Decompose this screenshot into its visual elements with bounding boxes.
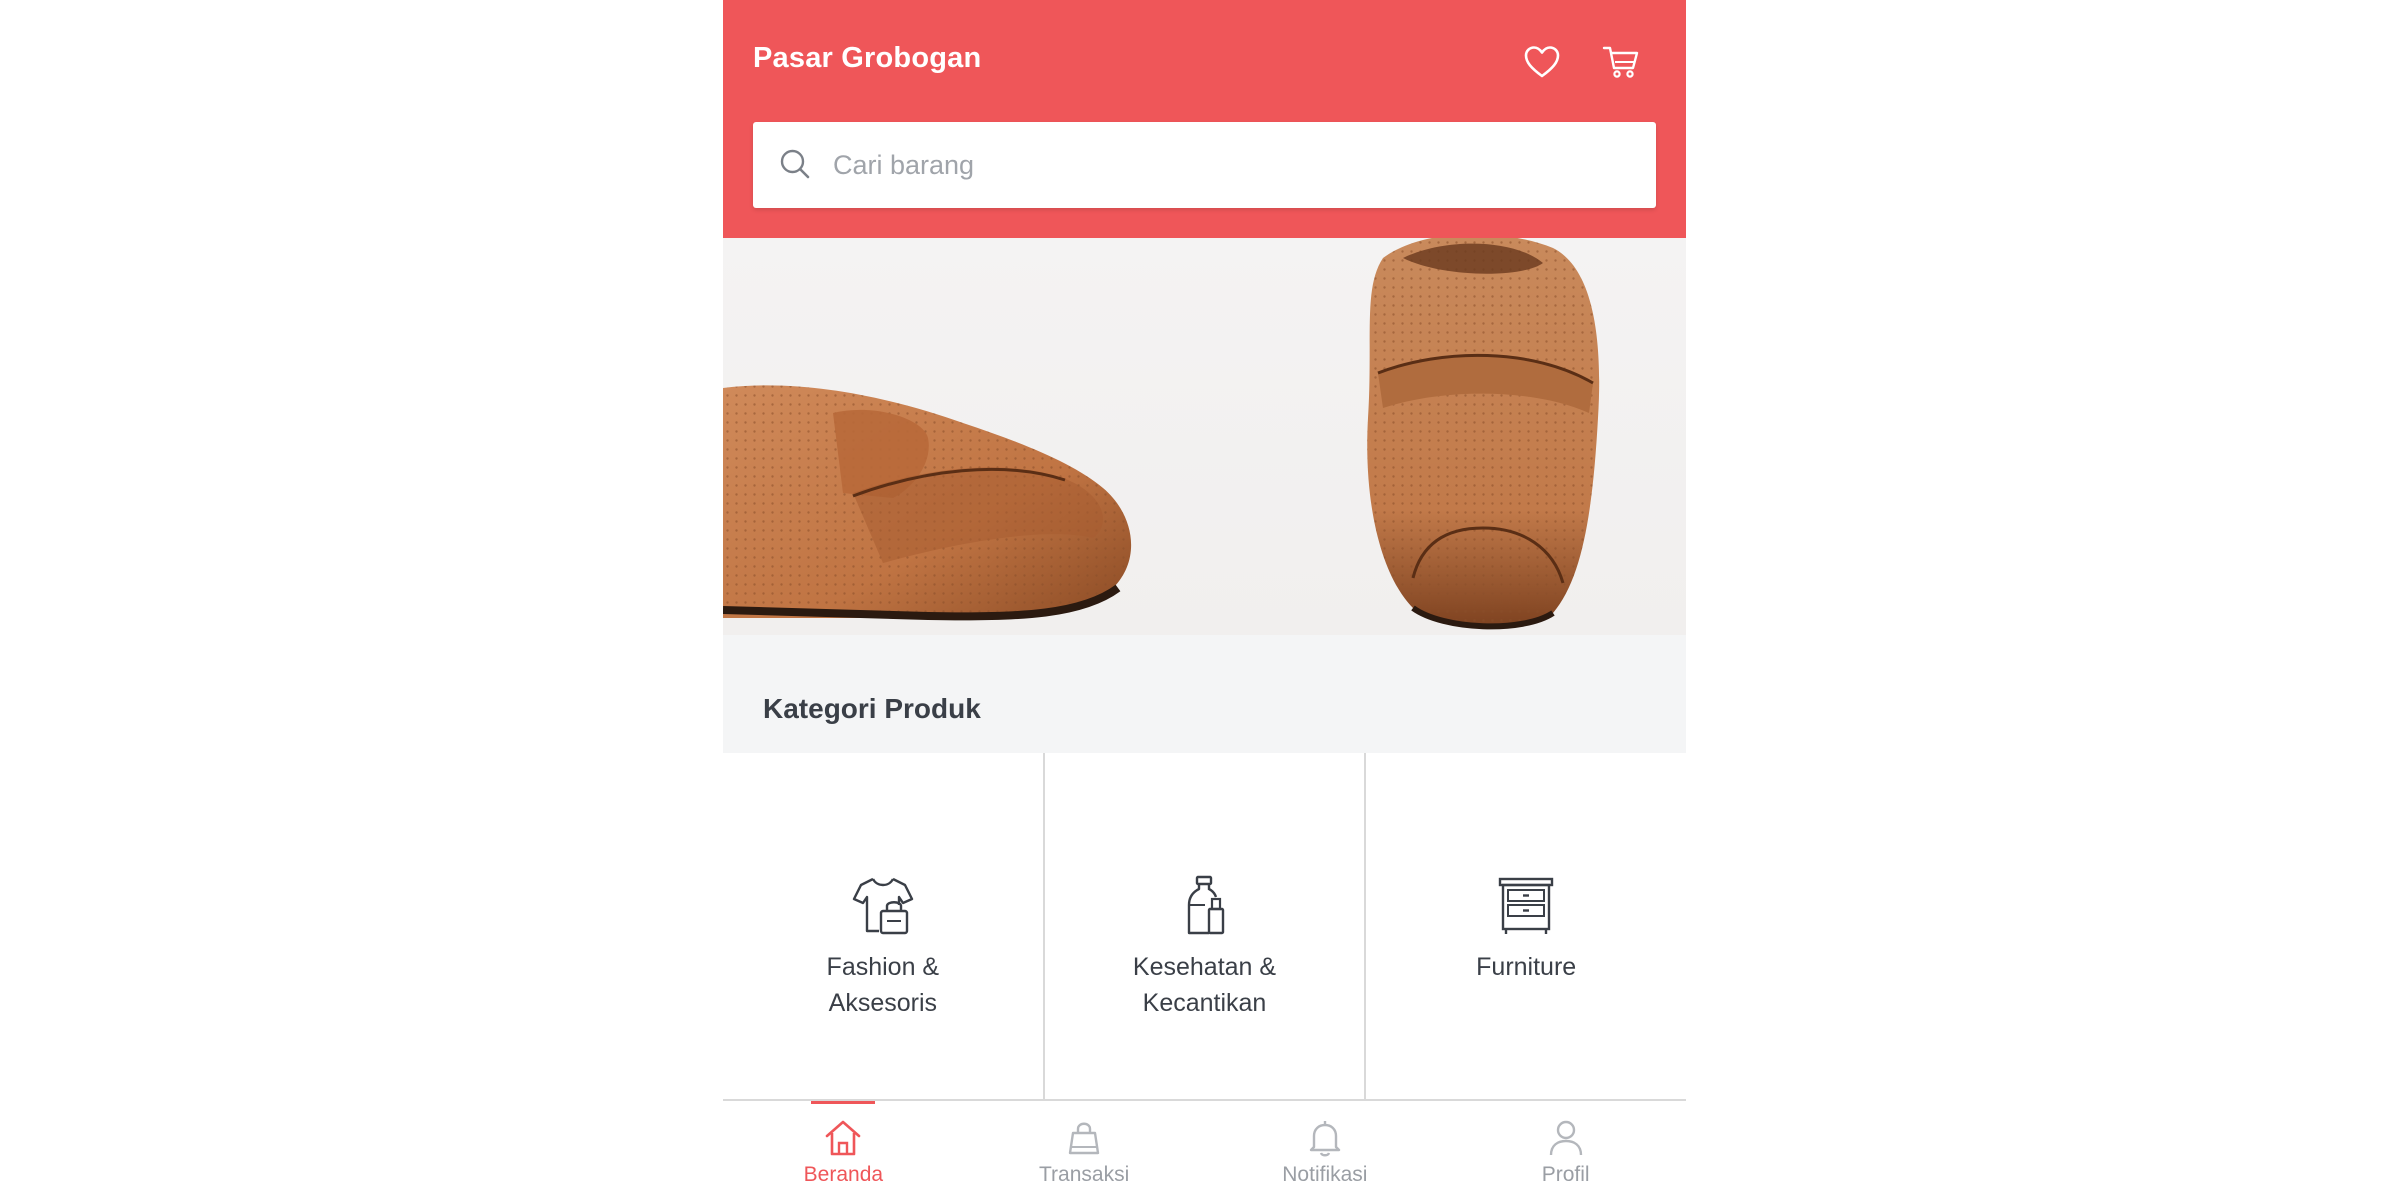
user-icon — [1549, 1120, 1582, 1156]
category-label: Furniture — [1476, 953, 1577, 981]
app-screen: Pasar Grobogan Cari barang Kategori Prod… — [723, 0, 1686, 1190]
search-icon — [775, 144, 815, 184]
heart-icon — [1524, 46, 1560, 78]
category-furniture[interactable]: Furniture — [1366, 753, 1686, 1099]
wishlist-button[interactable] — [1520, 40, 1564, 84]
category-label: Kesehatan & Kecantikan — [1132, 953, 1277, 1017]
nav-profil[interactable]: Profil — [1445, 1101, 1686, 1190]
category-section-header: Kategori Produk — [723, 635, 1686, 753]
bell-icon — [1309, 1121, 1341, 1157]
nav-transaksi[interactable]: Transaksi — [964, 1101, 1205, 1190]
nav-label: Transaksi — [1039, 1163, 1130, 1186]
drawer-cabinet-icon — [1498, 877, 1554, 934]
promo-banner[interactable] — [723, 238, 1686, 635]
shopping-bag-icon — [1068, 1122, 1100, 1155]
nav-label: Notifikasi — [1282, 1163, 1368, 1186]
nav-beranda[interactable]: Beranda — [723, 1101, 964, 1190]
cart-icon — [1602, 46, 1639, 78]
bottom-navigation: Beranda Transaksi Notifikasi Profil — [723, 1101, 1686, 1190]
category-title: Kategori Produk — [763, 693, 981, 724]
banner-image — [723, 238, 1600, 630]
shirt-bag-icon — [852, 877, 914, 935]
category-grid: Fashion & Aksesoris Kesehatan & Kecantik… — [723, 753, 1686, 1101]
category-label: Fashion & Aksesoris — [826, 953, 940, 1017]
category-fashion[interactable]: Fashion & Aksesoris — [723, 753, 1045, 1099]
search-input[interactable] — [833, 122, 1633, 208]
brand-title: Pasar Grobogan — [753, 42, 982, 74]
search-bar — [753, 122, 1656, 208]
bottle-icon — [1187, 875, 1224, 935]
nav-label: Beranda — [803, 1163, 884, 1186]
header: Pasar Grobogan — [723, 0, 1686, 238]
home-icon — [826, 1120, 861, 1156]
nav-notifikasi[interactable]: Notifikasi — [1205, 1101, 1446, 1190]
category-health-beauty[interactable]: Kesehatan & Kecantikan — [1045, 753, 1367, 1099]
nav-label: Profil — [1541, 1163, 1590, 1186]
cart-button[interactable] — [1599, 40, 1643, 84]
